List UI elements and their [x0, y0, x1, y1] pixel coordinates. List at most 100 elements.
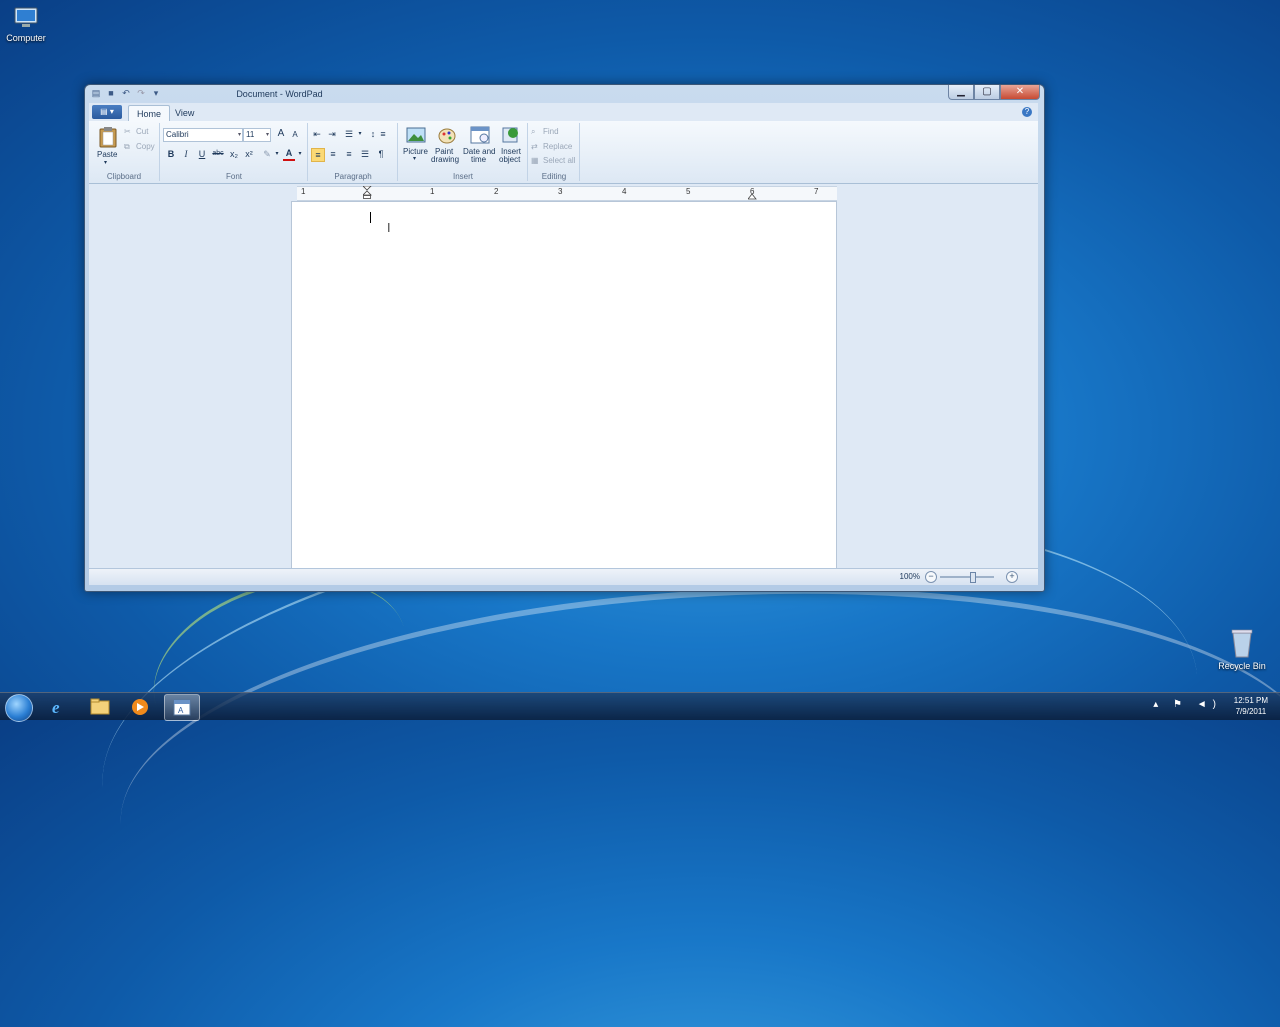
font-group: Calibri ▾ 11 ▾ A A B I U abc x₂ x² ✎ ▾ A ▾… [161, 123, 308, 181]
select-all-button[interactable]: Select all [543, 156, 575, 165]
app-menu-button[interactable]: ▤ ▾ [92, 105, 122, 119]
paste-button[interactable]: Paste [97, 150, 117, 159]
shrink-font-button[interactable]: A [289, 129, 301, 141]
clock-date: 7/9/2011 [1235, 707, 1267, 716]
subscript-button[interactable]: x₂ [228, 148, 240, 160]
paint-drawing-button-line2[interactable]: drawing [431, 155, 459, 164]
taskbar: e A ▴ ⚑ ◄) 12:51 PM 7/9/2011 [0, 692, 1280, 722]
window-title: Document - WordPad [236, 89, 323, 99]
paragraph-group: ⇤ ⇥ ☰ ▾ ↕ ≡ ≡ ≡ ≡ ☰ ¶ Paragraph [309, 123, 398, 181]
zoom-slider[interactable] [940, 576, 994, 578]
align-left-icon[interactable]: ≡ [311, 148, 325, 162]
font-family-value: Calibri [166, 130, 189, 139]
bold-button[interactable]: B [165, 148, 177, 160]
internet-explorer-icon: e [52, 698, 60, 717]
copy-icon: ⧉ [124, 142, 130, 151]
help-icon[interactable]: ? [1022, 107, 1032, 117]
align-right-icon[interactable]: ≡ [343, 148, 355, 160]
clock[interactable]: 12:51 PM 7/9/2011 [1234, 695, 1268, 717]
paragraph-group-label: Paragraph [334, 172, 372, 181]
cut-button[interactable]: Cut [136, 127, 148, 136]
computer-icon [12, 6, 40, 30]
font-group-label: Font [225, 172, 242, 181]
strikethrough-button[interactable]: abc [211, 148, 225, 160]
bullets-dropdown-icon[interactable]: ▾ [354, 128, 366, 140]
minimize-button[interactable]: ▁ [948, 85, 974, 100]
clipboard-group: Paste ▾ ✂ Cut ⧉ Copy Clipboard [89, 123, 160, 181]
paste-icon[interactable] [98, 126, 118, 151]
media-player-taskbar-button[interactable] [123, 694, 157, 719]
tray-icons[interactable]: ▴ ⚑ ◄) [1153, 699, 1222, 710]
italic-button[interactable]: I [180, 148, 192, 160]
ruler-number: 2 [494, 187, 499, 196]
date-time-button-line2[interactable]: time [471, 155, 486, 164]
recycle-bin-desktop-icon[interactable]: Recycle Bin [1216, 628, 1268, 671]
insert-group-label: Insert [452, 172, 473, 181]
picture-dropdown-icon[interactable]: ▾ [413, 155, 416, 162]
recycle-bin-label: Recycle Bin [1218, 661, 1266, 671]
internet-explorer-taskbar-button[interactable]: e [42, 694, 76, 719]
clipboard-group-label: Clipboard [106, 172, 142, 181]
editing-group: ⌕ Find ⇄ Replace ▦ Select all Editing [529, 123, 580, 181]
zoom-in-button[interactable]: + [1006, 571, 1018, 583]
find-button[interactable]: Find [543, 127, 559, 136]
tab-view[interactable]: View [167, 105, 202, 121]
left-indent-marker[interactable] [362, 185, 372, 202]
align-center-icon[interactable]: ≡ [327, 148, 339, 160]
media-player-icon [132, 699, 148, 715]
replace-icon: ⇄ [531, 142, 538, 151]
ibeam-cursor-icon: I [387, 221, 391, 235]
ruler-number: 3 [558, 187, 563, 196]
title-bar[interactable]: ▤ ■ ↶ ↷ ▾ Document - WordPad ▁ ▢ ✕ [85, 85, 1044, 103]
paste-dropdown-icon[interactable]: ▾ [104, 159, 107, 166]
wordpad-taskbar-button[interactable]: A [164, 694, 200, 721]
tab-home[interactable]: Home [128, 105, 171, 122]
editing-group-label: Editing [541, 172, 567, 181]
window-client: ▤ ▾ Home View ? Paste ▾ ✂ Cut ⧉ Copy Cli… [89, 103, 1038, 585]
file-explorer-taskbar-button[interactable] [83, 694, 117, 719]
ruler[interactable]: 1 1 2 3 4 5 6 7 [297, 185, 837, 202]
select-all-icon: ▦ [531, 156, 539, 165]
superscript-button[interactable]: x² [243, 148, 255, 160]
text-caret [370, 212, 371, 223]
insert-object-button-line2[interactable]: object [499, 155, 520, 164]
paragraph-settings-icon[interactable]: ¶ [375, 148, 387, 160]
copy-button[interactable]: Copy [136, 142, 155, 151]
font-size-select[interactable]: 11 ▾ [243, 128, 271, 142]
replace-button[interactable]: Replace [543, 142, 572, 151]
font-size-value: 11 [246, 130, 255, 139]
insert-object-icon[interactable] [501, 126, 521, 147]
svg-text:A: A [178, 706, 184, 715]
cut-icon: ✂ [124, 127, 131, 136]
grow-font-button[interactable]: A [275, 128, 287, 140]
ruler-number: 5 [686, 187, 691, 196]
start-button[interactable] [5, 694, 33, 722]
recycle-bin-icon [1230, 628, 1254, 658]
justify-icon[interactable]: ☰ [359, 148, 371, 160]
maximize-button[interactable]: ▢ [974, 85, 1000, 100]
zoom-out-button[interactable]: − [925, 571, 937, 583]
ribbon-tabs: ▤ ▾ Home View ? [89, 103, 1038, 122]
increase-indent-icon[interactable]: ⇥ [326, 128, 338, 140]
wordpad-window: ▤ ■ ↶ ↷ ▾ Document - WordPad ▁ ▢ ✕ ▤ ▾ H… [84, 84, 1045, 592]
computer-label: Computer [6, 33, 46, 43]
ruler-number: 1 [301, 187, 306, 196]
close-button[interactable]: ✕ [1000, 85, 1040, 100]
paint-drawing-icon[interactable] [437, 126, 457, 147]
picture-icon[interactable] [406, 126, 426, 147]
highlight-dropdown-icon[interactable]: ▾ [271, 148, 283, 160]
zoom-slider-thumb[interactable] [970, 572, 976, 583]
status-bar: 100% − + [89, 568, 1038, 585]
insert-group: Picture ▾ Paint drawing Date and time In… [399, 123, 528, 181]
ruler-number: 1 [430, 187, 435, 196]
clock-time: 12:51 PM [1233, 696, 1268, 705]
folder-icon [90, 698, 110, 715]
font-family-select[interactable]: Calibri ▾ [163, 128, 243, 142]
calendar-icon[interactable] [470, 126, 490, 147]
document-page[interactable]: I [291, 201, 837, 570]
decrease-indent-icon[interactable]: ⇤ [311, 128, 323, 140]
computer-desktop-icon[interactable]: Computer [4, 6, 48, 43]
underline-button[interactable]: U [196, 148, 208, 160]
line-spacing-list-icon[interactable]: ≡ [377, 128, 389, 140]
text-color-dropdown-icon[interactable]: ▾ [294, 148, 306, 160]
